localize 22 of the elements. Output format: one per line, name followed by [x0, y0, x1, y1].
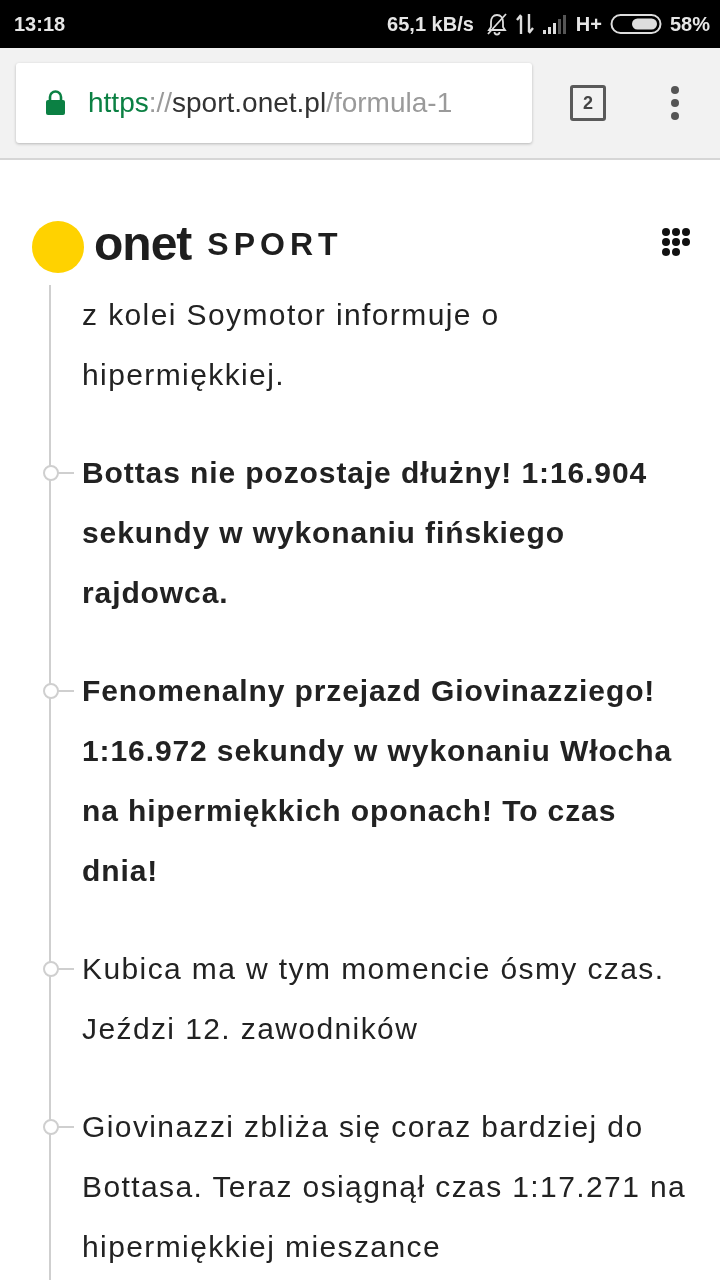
headline-entry: Bottas nie pozostaje dłużny! 1:16.904 sekundy w wykonaniu fińskiego rajdowca. — [82, 455, 649, 611]
logo-section-text: SPORT — [207, 227, 343, 260]
status-time: 13:18 — [14, 12, 66, 37]
url-text: https://sport.onet.pl/formula-1 — [88, 86, 453, 120]
notifications-off-icon — [485, 12, 508, 36]
update-entry: z kolei Soymotor informuje o hipermiękkiej. — [82, 297, 501, 393]
tab-switcher-button[interactable]: 2 — [570, 85, 606, 121]
logo-brand-text: onet — [94, 219, 192, 268]
battery-icon — [609, 13, 662, 35]
update-entry: Kubica ma w tym momencie ósmy czas. Jeździ 12. zawodników — [82, 951, 666, 1047]
headline-entry: Fenomenalny przejazd Giovinazziego! 1:16.972 sekundy w wykonaniu Włocha na hipermiękkich oponach! To czas dnia! — [82, 673, 673, 889]
network-speed: 65,1 kB/s — [387, 12, 474, 37]
signal-icon — [541, 14, 568, 34]
network-type: H+ — [575, 12, 602, 37]
data-arrows-icon — [515, 13, 534, 35]
battery-percent: 58% — [669, 12, 710, 37]
logo-circle-icon — [32, 220, 84, 273]
lock-icon — [45, 90, 66, 116]
address-bar[interactable]: https://sport.onet.pl/formula-1 — [16, 63, 532, 143]
update-entry: Giovinazzi zbliża się coraz bardziej do Bottasa. Teraz osiągnął czas 1:17.271 na hipermiękkiej mieszance — [82, 1109, 688, 1265]
more-menu-icon[interactable] — [670, 86, 680, 120]
apps-grid-icon[interactable] — [662, 227, 690, 256]
